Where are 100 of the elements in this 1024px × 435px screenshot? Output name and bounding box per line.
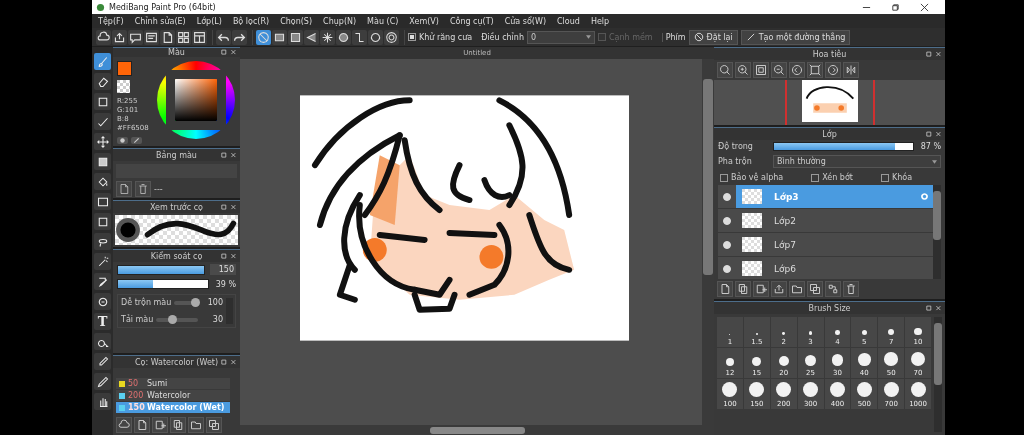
fill-rect-tool-icon[interactable]: [94, 153, 111, 170]
folder-icon[interactable]: [188, 417, 204, 433]
view-frame[interactable]: [784, 80, 875, 125]
foreground-swatch[interactable]: [117, 61, 132, 76]
panels-icon[interactable]: [176, 29, 191, 45]
background-swatch[interactable]: [117, 80, 130, 93]
palette-name: ---: [154, 184, 163, 194]
layer-option-checkbox[interactable]: [880, 173, 889, 182]
opacity-bar[interactable]: [117, 279, 209, 289]
redo-icon[interactable]: [232, 29, 247, 45]
layout-icon[interactable]: [192, 29, 207, 45]
menu-item[interactable]: Màu (C): [367, 16, 399, 26]
note-icon[interactable]: [144, 29, 159, 45]
trash-icon[interactable]: [843, 281, 859, 297]
add-icon[interactable]: [753, 281, 769, 297]
trash-icon[interactable]: [135, 181, 151, 197]
duplicate-icon[interactable]: [807, 281, 823, 297]
comment-icon[interactable]: [128, 29, 143, 45]
layer-option-checkbox[interactable]: [811, 173, 820, 182]
panel-controls-icon[interactable]: [926, 130, 942, 138]
menu-item[interactable]: Tệp(F): [98, 16, 124, 26]
folder-icon[interactable]: [789, 281, 805, 297]
visibility-toggle[interactable]: [723, 192, 731, 201]
panel-controls-icon[interactable]: [221, 49, 237, 56]
layer-thumbnail: [742, 189, 762, 204]
move-tool-icon[interactable]: [94, 133, 111, 150]
line-icon: [745, 32, 756, 42]
rect-outline-tool-icon[interactable]: [94, 93, 111, 110]
menu-item[interactable]: Xem(V): [409, 16, 439, 26]
text-tool-icon[interactable]: T: [94, 313, 111, 330]
select-rect-tool-icon[interactable]: [94, 213, 111, 230]
eraser-tool-icon[interactable]: [94, 73, 111, 90]
parameter-slider[interactable]: [156, 317, 198, 322]
visibility-toggle[interactable]: [723, 240, 731, 249]
zoom-in-icon[interactable]: [735, 62, 751, 78]
cloud-icon[interactable]: [116, 417, 132, 433]
fit-icon[interactable]: [753, 62, 769, 78]
radial-icon[interactable]: [320, 29, 335, 45]
copy-icon[interactable]: [735, 281, 751, 297]
menu-item[interactable]: Công cụ(T): [449, 16, 494, 26]
menu-item[interactable]: Help: [590, 16, 610, 26]
panel-controls-icon[interactable]: [926, 50, 942, 58]
menu-item[interactable]: Lớp(L): [196, 16, 222, 26]
add-icon[interactable]: [152, 417, 168, 433]
panel-controls-icon[interactable]: [926, 304, 942, 312]
menu-item[interactable]: Cloud: [557, 16, 580, 26]
page-icon[interactable]: [134, 417, 150, 433]
scrollbar[interactable]: [934, 317, 942, 432]
panel-controls-icon[interactable]: [221, 358, 237, 366]
page-icon[interactable]: [717, 281, 733, 297]
zoom-fit-icon[interactable]: [717, 62, 733, 78]
size-field[interactable]: 150: [210, 264, 236, 275]
restore-icon[interactable]: [891, 2, 900, 12]
layer-opacity-bar[interactable]: [773, 142, 914, 151]
wand-tool-icon[interactable]: [94, 253, 111, 270]
menu-item[interactable]: Bộ lọc(R): [232, 16, 270, 26]
parameter-value: 30: [211, 315, 223, 324]
menu-item[interactable]: Chỉnh sửa(E): [134, 16, 186, 26]
layer-option-checkbox[interactable]: [720, 173, 728, 182]
zoom-out-icon[interactable]: [771, 62, 787, 78]
line-button[interactable]: Tạo một đường thẳng: [740, 29, 851, 45]
vertical-scrollbar[interactable]: [702, 59, 714, 425]
size-bar[interactable]: [117, 264, 205, 275]
menu-item[interactable]: Cửa sổ(W): [504, 16, 547, 26]
layer-option-label: Xén bớt: [822, 173, 853, 182]
antialias-label: Khử răng cưa: [419, 32, 473, 42]
scrollbar[interactable]: [933, 185, 941, 279]
menu-item[interactable]: Chọn(S): [280, 16, 313, 26]
new-page-icon[interactable]: [116, 181, 132, 197]
blend-mode-dropdown[interactable]: Bình thường: [773, 155, 941, 168]
cloud-icon[interactable]: [96, 29, 111, 45]
circle-fill-icon[interactable]: [336, 29, 351, 45]
visibility-toggle[interactable]: [723, 264, 731, 273]
brush-item[interactable]: 50 Sumi: [116, 378, 230, 389]
visibility-toggle[interactable]: [723, 216, 731, 225]
panel-controls-icon[interactable]: [221, 203, 237, 211]
parameter-label: Tải màu: [121, 315, 154, 324]
duplicate-icon[interactable]: [206, 417, 222, 433]
menu-item[interactable]: Chụp(N): [323, 16, 357, 26]
eyedropper-tool-icon[interactable]: [94, 353, 111, 370]
panel-controls-icon[interactable]: [221, 151, 237, 159]
ring-icon[interactable]: [368, 29, 383, 45]
layer-thumbnail: [742, 261, 762, 276]
antialias-checkbox[interactable]: [408, 33, 416, 41]
page-icon[interactable]: [160, 29, 175, 45]
pen-tool-icon[interactable]: [94, 373, 111, 390]
correction-label: Điều chỉnh: [481, 32, 524, 42]
lasso-tool-icon[interactable]: [94, 233, 111, 250]
reset-button[interactable]: Đặt lại: [688, 29, 738, 45]
undo-icon[interactable]: [216, 29, 231, 45]
copy-icon[interactable]: [170, 417, 186, 433]
parameter-slider[interactable]: [174, 300, 198, 305]
brush-item[interactable]: 200 Watercolor: [116, 390, 230, 401]
select-pen-tool-icon[interactable]: [94, 273, 111, 290]
panel-controls-icon[interactable]: [221, 252, 237, 260]
layer-thumbnail: [742, 213, 762, 228]
correction-dropdown[interactable]: 0: [527, 30, 595, 44]
bucket-tool-icon[interactable]: [94, 173, 111, 190]
close-icon[interactable]: [920, 2, 929, 12]
share-icon[interactable]: [112, 29, 127, 45]
